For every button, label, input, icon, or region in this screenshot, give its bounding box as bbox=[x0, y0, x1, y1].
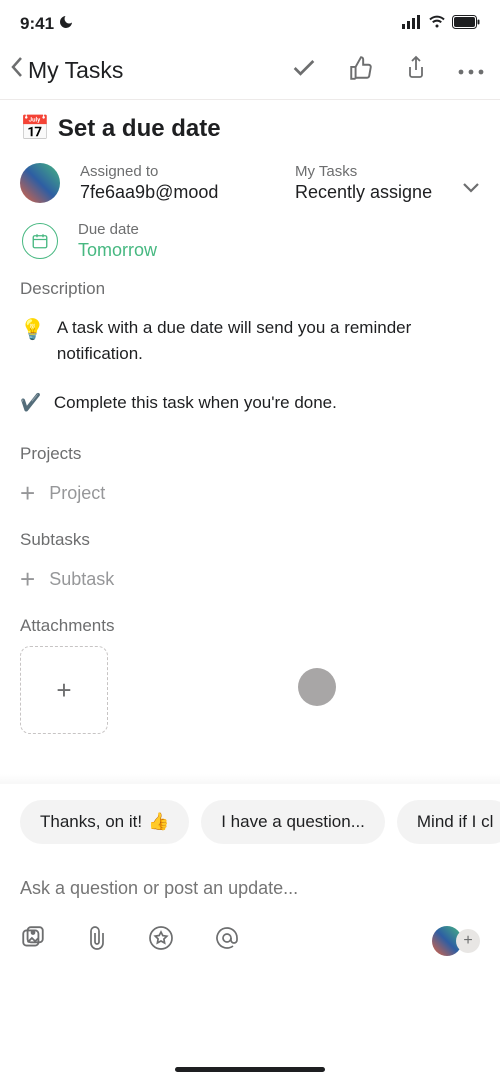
more-dots-icon[interactable] bbox=[458, 62, 484, 80]
assignee-avatar[interactable] bbox=[20, 163, 60, 203]
project-dropdown[interactable]: My Tasks Recently assigne bbox=[295, 163, 480, 203]
header-actions bbox=[290, 54, 484, 87]
share-icon[interactable] bbox=[404, 55, 428, 86]
due-value: Tomorrow bbox=[78, 240, 480, 261]
chip-label: I have a question... bbox=[221, 812, 365, 832]
subtasks-label: Subtasks bbox=[0, 530, 500, 550]
description-line2: Complete this task when you're done. bbox=[54, 393, 337, 412]
add-subtask-label: Subtask bbox=[49, 569, 114, 590]
like-thumbsup-icon[interactable] bbox=[348, 55, 374, 86]
due-label: Due date bbox=[78, 221, 480, 238]
wifi-icon bbox=[428, 15, 446, 34]
chip-mind-if[interactable]: Mind if I cl bbox=[397, 800, 500, 844]
battery-icon bbox=[452, 15, 480, 34]
complete-check-icon[interactable] bbox=[290, 54, 318, 87]
add-collaborator[interactable]: + bbox=[432, 926, 480, 956]
gray-dot-overlay bbox=[298, 668, 336, 706]
assignee-project-row: Assigned to 7fe6aa9b@mood My Tasks Recen… bbox=[20, 163, 480, 203]
divider bbox=[0, 774, 500, 784]
composer bbox=[0, 860, 500, 907]
composer-toolbar: + bbox=[0, 907, 500, 974]
project-value: Recently assigne bbox=[295, 182, 432, 203]
task-title-row: 📅 Set a due date bbox=[20, 114, 480, 143]
chip-thanks-on-it[interactable]: Thanks, on it! 👍 bbox=[20, 800, 189, 844]
chevron-down-icon bbox=[462, 181, 480, 199]
mention-at-icon[interactable] bbox=[214, 925, 240, 956]
star-circle-icon[interactable] bbox=[148, 925, 174, 956]
content: 📅 Set a due date Assigned to 7fe6aa9b@mo… bbox=[0, 100, 500, 261]
quick-reply-chips: Thanks, on it! 👍 I have a question... Mi… bbox=[0, 784, 500, 860]
description-label: Description bbox=[0, 279, 500, 299]
home-indicator bbox=[175, 1067, 325, 1072]
description-body[interactable]: 💡 A task with a due date will send you a… bbox=[0, 315, 500, 416]
assignee-label: Assigned to bbox=[80, 163, 265, 180]
status-left: 9:41 bbox=[20, 14, 74, 35]
attachments-label: Attachments bbox=[0, 616, 500, 636]
calendar-circle-icon bbox=[22, 223, 58, 259]
projects-label: Projects bbox=[0, 444, 500, 464]
add-project-button[interactable]: + Project bbox=[0, 480, 500, 506]
chip-label: Thanks, on it! bbox=[40, 812, 142, 832]
checkmark-emoji-icon: ✔️ bbox=[20, 393, 41, 412]
chip-question[interactable]: I have a question... bbox=[201, 800, 385, 844]
back-chevron-icon[interactable] bbox=[10, 55, 24, 86]
plus-icon: + bbox=[20, 480, 35, 506]
status-bar: 9:41 bbox=[0, 0, 500, 44]
task-title[interactable]: Set a due date bbox=[58, 115, 221, 143]
signal-icon bbox=[402, 15, 422, 34]
header-title[interactable]: My Tasks bbox=[28, 57, 290, 84]
add-project-label: Project bbox=[49, 483, 105, 504]
status-time: 9:41 bbox=[20, 14, 54, 34]
composer-input[interactable] bbox=[20, 878, 480, 899]
thumbsup-emoji-icon: 👍 bbox=[148, 812, 169, 832]
plus-badge-icon: + bbox=[456, 929, 480, 953]
add-attachment-button[interactable]: + bbox=[20, 646, 108, 734]
lightbulb-emoji-icon: 💡 bbox=[20, 315, 45, 368]
plus-icon: + bbox=[20, 566, 35, 592]
description-line1: A task with a due date will send you a r… bbox=[57, 315, 480, 368]
project-label: My Tasks bbox=[295, 163, 357, 180]
due-date-row[interactable]: Due date Tomorrow bbox=[20, 221, 480, 261]
moon-icon bbox=[58, 14, 74, 35]
assignee-field[interactable]: Assigned to 7fe6aa9b@mood bbox=[80, 163, 265, 203]
plus-icon: + bbox=[56, 675, 71, 706]
add-subtask-button[interactable]: + Subtask bbox=[0, 566, 500, 592]
calendar-emoji-icon: 📅 bbox=[20, 114, 50, 143]
header: My Tasks bbox=[0, 44, 500, 100]
assignee-value: 7fe6aa9b@mood bbox=[80, 182, 265, 203]
status-right bbox=[402, 15, 480, 34]
paperclip-icon[interactable] bbox=[86, 925, 108, 956]
chip-label: Mind if I cl bbox=[417, 812, 494, 832]
image-icon[interactable] bbox=[20, 925, 46, 956]
